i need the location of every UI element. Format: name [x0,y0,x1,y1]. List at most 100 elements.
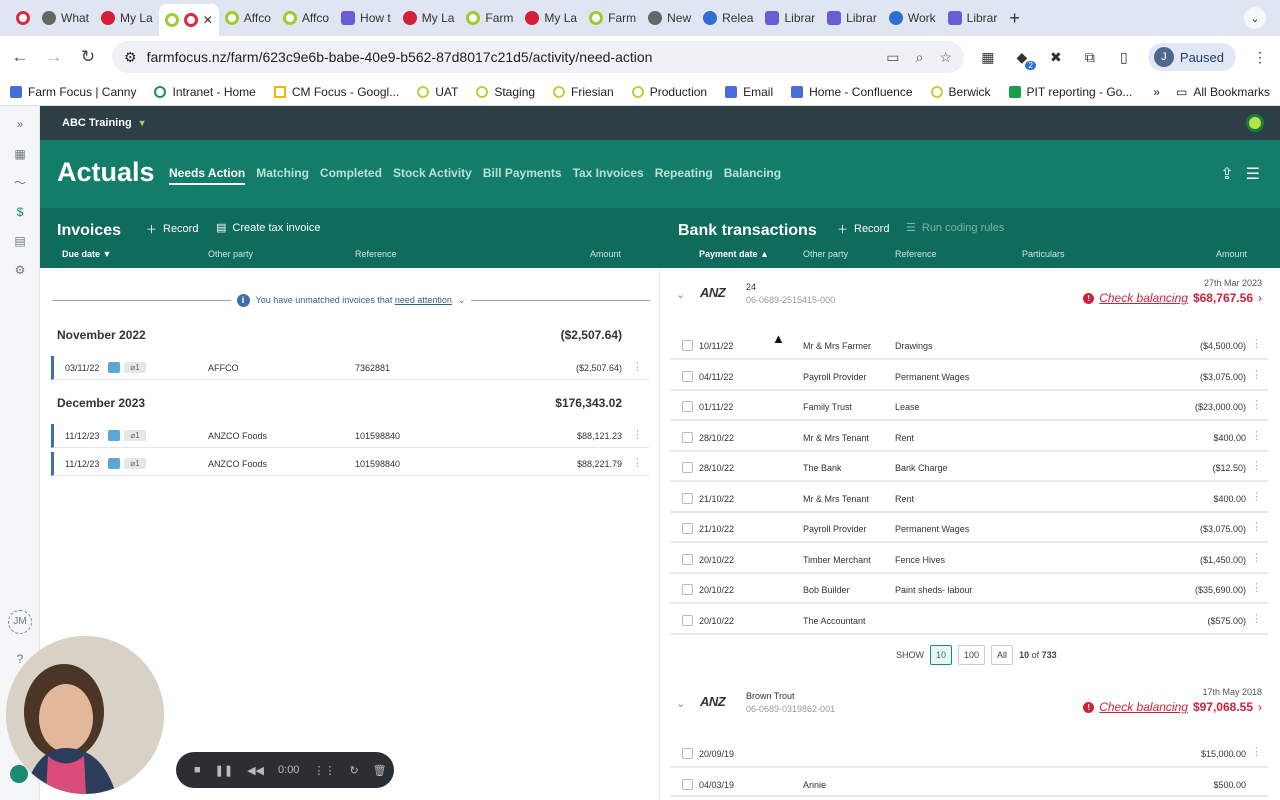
side-panel-icon[interactable]: ▯ [1114,49,1134,66]
page-size-100[interactable]: 100 [958,645,986,665]
bookmark-item[interactable]: CM Focus - Googl... [273,85,399,99]
run-coding-rules-button[interactable]: ☰ Run coding rules [906,221,1004,235]
forward-icon[interactable]: → [44,47,64,67]
browser-tab[interactable]: Librar [759,4,821,32]
browser-tab[interactable]: My La [519,4,583,32]
restart-icon[interactable]: ↻ [349,764,358,777]
close-tab-icon[interactable]: ✕ [203,13,213,27]
all-bookmarks-button[interactable]: ▭ All Bookmarks [1176,85,1270,99]
chat-bubble-icon[interactable] [10,765,28,783]
browser-tab[interactable]: Affco [277,4,335,32]
back-icon[interactable]: ← [10,47,30,67]
bank-amount-header[interactable]: Amount [1216,249,1247,259]
expand-rail-icon[interactable]: » [12,116,28,132]
bookmark-item[interactable]: Staging [476,85,535,99]
trend-icon[interactable]: 〜 [12,175,28,191]
row-menu-icon[interactable]: ⋮ [1251,429,1262,442]
browser-tab[interactable]: Relea [697,4,759,32]
row-checkbox[interactable] [682,401,693,412]
rewind-icon[interactable]: ◀◀ [247,764,264,777]
browser-tab[interactable]: My La [95,4,159,32]
reload-icon[interactable]: ↻ [78,47,98,67]
row-menu-icon[interactable]: ⋮ [632,360,643,373]
bookmark-item[interactable]: Berwick [930,85,991,99]
site-info-icon[interactable]: ⚙ [124,49,137,66]
bank-account-header[interactable]: ⌄ ANZ Brown Trout 06-0689-0319862-001 17… [670,682,1270,722]
new-tab-button[interactable]: + [1009,8,1020,29]
row-checkbox[interactable] [682,554,693,565]
transaction-row[interactable]: 20/09/19 $15,000.00 ⋮ [670,740,1268,768]
row-checkbox[interactable] [682,493,693,504]
chevron-down-icon[interactable]: ⌄ [458,295,466,306]
bank-account-header[interactable]: ⌄ ANZ 24 06-0689-2515415-000 27th Mar 20… [670,273,1270,313]
bank-reference-header[interactable]: Reference [895,249,937,259]
tab-repeating[interactable]: Repeating [655,166,713,185]
row-checkbox[interactable] [682,432,693,443]
row-menu-icon[interactable]: ⋮ [1251,368,1262,381]
transaction-row[interactable]: 28/10/22 The Bank Bank Charge ($12.50) ⋮ [670,454,1268,482]
transaction-row[interactable]: 20/10/22 The Accountant ($575.00) ⋮ [670,607,1268,635]
caret-down-icon[interactable]: ▼ [138,118,147,128]
page-size-10[interactable]: 10 [930,645,953,665]
extensions-puzzle-icon[interactable]: ⧉ [1080,49,1100,66]
url-field[interactable]: ⚙ farmfocus.nz/farm/623c9e6b-babe-40e9-b… [112,41,964,73]
row-menu-icon[interactable]: ⋮ [1251,581,1262,594]
browser-tab[interactable]: How t [335,4,397,32]
tab-tax-invoices[interactable]: Tax Invoices [573,166,644,185]
bookmark-item[interactable]: Production [631,85,707,99]
pause-icon[interactable]: ❚❚ [215,764,233,777]
reference-header[interactable]: Reference [355,249,397,259]
tab-bill-payments[interactable]: Bill Payments [483,166,562,185]
upload-icon[interactable]: ⇪ [1220,164,1233,184]
browser-tab[interactable]: Farm [583,4,642,32]
create-tax-invoice-button[interactable]: ▤ Create tax invoice [216,221,320,235]
bookmark-item[interactable]: Intranet - Home [154,85,256,99]
browser-tab[interactable]: What [36,4,95,32]
collapse-chevron-icon[interactable]: ⌄ [676,288,685,301]
bookmark-item[interactable]: Home - Confluence [791,85,913,99]
browser-tab[interactable]: Work [883,4,942,32]
bookmark-item[interactable]: Email [725,85,773,99]
row-menu-icon[interactable]: ⋮ [1251,612,1262,625]
need-attention-link[interactable]: need attention [395,295,452,305]
tab-matching[interactable]: Matching [256,166,309,185]
report-icon[interactable]: ▤ [12,233,28,249]
sort-due-date[interactable]: Due date ▼ [62,249,111,259]
collapse-chevron-icon[interactable]: ⌄ [676,697,685,710]
row-menu-icon[interactable]: ⋮ [1251,337,1262,350]
browser-tab[interactable]: Librar [942,4,1004,32]
user-avatar[interactable]: JM [8,610,32,634]
invoice-row[interactable]: 11/12/23 ⌀1 ANZCO Foods 101598840 $88,12… [51,424,649,448]
dashboard-icon[interactable]: ▦ [12,146,28,162]
row-checkbox[interactable] [682,523,693,534]
transaction-row[interactable]: 04/03/19 Annie $500.00 [670,771,1268,797]
tab-needs-action[interactable]: Needs Action [169,166,246,185]
browser-tab[interactable]: Farm [460,4,519,32]
bank-other-party-header[interactable]: Other party [803,249,848,259]
transaction-row[interactable]: 01/11/22 Family Trust Lease ($23,000.00) ⋮ [670,393,1268,421]
tab-balancing[interactable]: Balancing [724,166,781,185]
org-switcher[interactable]: ABC Training [62,117,132,129]
row-checkbox[interactable] [682,584,693,595]
record-invoice-button[interactable]: ＋ Record [146,221,198,237]
browser-tab[interactable] [10,4,36,32]
bookmark-item[interactable]: UAT [417,85,458,99]
grid-icon[interactable]: ⋮⋮ [313,764,335,777]
zoom-icon[interactable]: ⌕ [916,49,924,66]
extension-icon[interactable]: ✖ [1046,49,1066,66]
browser-tab-active[interactable]: ✕ [158,4,219,36]
row-checkbox[interactable] [682,462,693,473]
row-checkbox[interactable] [682,748,693,759]
trash-icon[interactable]: 🗑 [373,764,387,777]
other-party-header[interactable]: Other party [208,249,253,259]
transaction-row[interactable]: 28/10/22 Mr & Mrs Tenant Rent $400.00 ⋮ [670,424,1268,452]
transaction-row[interactable]: 10/11/22 Mr & Mrs Farmer Drawings ($4,500.0… [670,332,1268,360]
amount-header[interactable]: Amount [590,249,621,259]
row-menu-icon[interactable]: ⋮ [632,428,643,441]
row-menu-icon[interactable]: ⋮ [1251,551,1262,564]
row-menu-icon[interactable]: ⋮ [1251,398,1262,411]
transaction-row[interactable]: 04/11/22 Payroll Provider Permanent Wages (… [670,363,1268,391]
row-menu-icon[interactable]: ⋮ [632,456,643,469]
row-checkbox[interactable] [682,371,693,382]
record-transaction-button[interactable]: ＋ Record [837,221,889,237]
